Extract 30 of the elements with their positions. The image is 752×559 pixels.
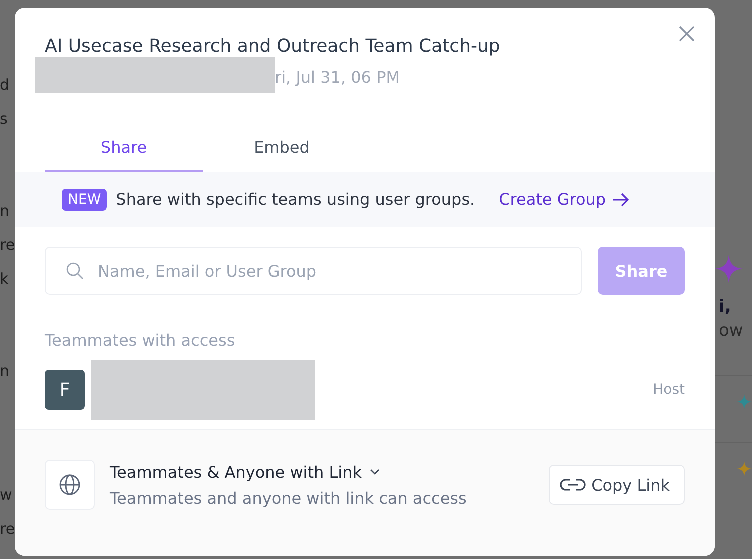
background-text: re [0, 235, 15, 256]
event-time: ri, Jul 31, 06 PM [275, 68, 400, 86]
chevron-down-icon [370, 469, 380, 475]
close-icon [679, 26, 695, 42]
subgreeting-text: ow [719, 321, 744, 341]
avatar: F [45, 370, 85, 410]
dialog-title: AI Usecase Research and Outreach Team Catch-up [45, 36, 502, 57]
access-description: Teammates and anyone with link can access [110, 488, 467, 508]
tab[interactable]: Embed [203, 124, 361, 172]
background-text: k [0, 269, 10, 290]
create-group-link[interactable]: Create Group [499, 190, 630, 209]
role-label: Host [653, 382, 685, 398]
background-text: s [0, 109, 9, 130]
background-text: d [0, 75, 11, 96]
section-heading: Teammates with access [45, 331, 236, 350]
background-text: n [0, 201, 11, 222]
background-text: w [0, 485, 14, 506]
greeting-text: i, [719, 297, 732, 317]
sparkle-icon [715, 255, 743, 283]
background-text: re [0, 519, 15, 540]
new-badge: NEW [62, 188, 108, 210]
close-button[interactable] [679, 26, 695, 42]
background-text: n [0, 361, 11, 382]
arrow-icon [612, 192, 630, 206]
access-dropdown[interactable]: Teammates & Anyone with Link [110, 462, 467, 482]
banner-text: Share with specific teams using user groups. [116, 190, 476, 209]
link-icon [560, 478, 586, 492]
search-field[interactable]: Name, Email or User Group [45, 247, 582, 295]
globe-icon [45, 460, 95, 510]
copy-link-button[interactable]: Copy Link [548, 465, 685, 505]
